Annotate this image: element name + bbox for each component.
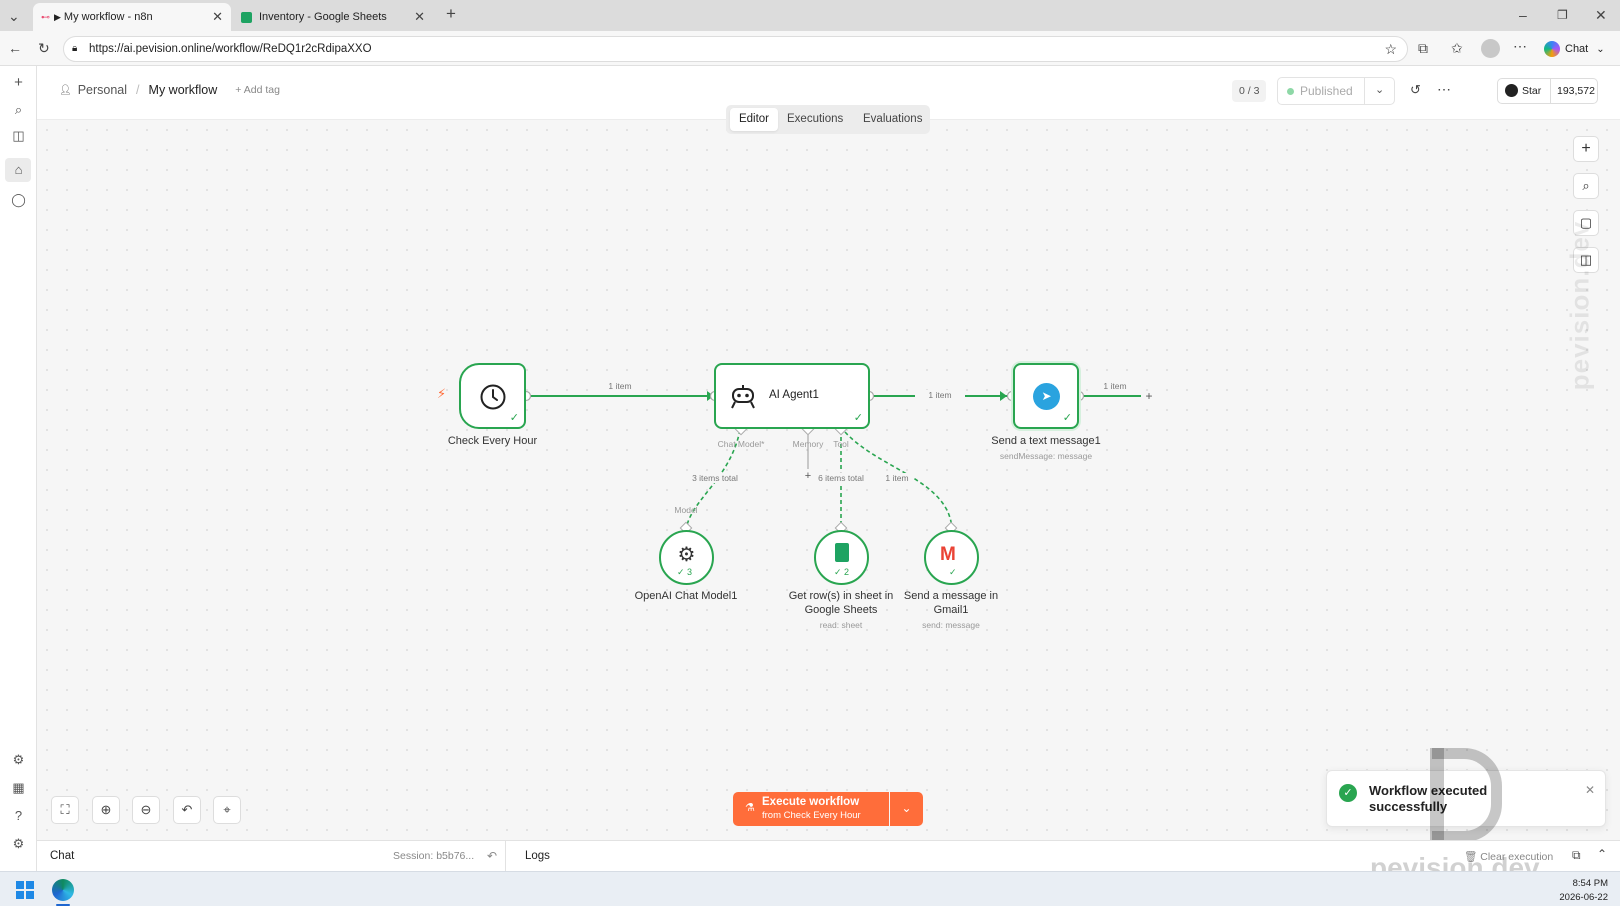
robot-icon [731, 385, 755, 409]
execute-label: Execute workflow [762, 796, 860, 808]
undo-button[interactable]: ↶ [173, 796, 201, 824]
node-google-sheets[interactable]: ✓ 2 [814, 530, 869, 585]
logs-panel-tab[interactable]: Logs [525, 850, 550, 862]
windows-taskbar: 8:54 PM 2026-06-22 [0, 871, 1620, 906]
taskbar-date: 2026-06-22 [1559, 892, 1608, 903]
session-id: Session: b5b76... [393, 850, 475, 862]
port-label-model: Model [674, 505, 698, 515]
zoom-out-button[interactable]: ⊖ [132, 796, 160, 824]
node-label: AI Agent1 [769, 389, 819, 401]
windows-start-icon[interactable] [16, 881, 34, 899]
edge-label: 1 item [1090, 381, 1140, 391]
popout-icon[interactable]: ⧉ [1572, 848, 1581, 863]
node-label: Get row(s) in sheet in Google Sheets [788, 590, 894, 616]
trigger-bolt-icon: ⚡︎ [437, 386, 447, 401]
taskbar-time: 8:54 PM [1572, 878, 1608, 889]
node-ai-agent[interactable]: AI Agent1 ✓ [714, 363, 870, 429]
edge-label: 1 item [915, 390, 965, 400]
node-label: Send a message in Gmail1 [903, 590, 999, 616]
node-check-every-hour[interactable]: ✓ [459, 363, 526, 429]
google-sheets-icon [835, 543, 849, 562]
edge-label: 1 item [880, 473, 914, 483]
gmail-icon: M [940, 544, 956, 565]
run-count-badge: ✓ 2 [834, 567, 850, 577]
port-label-tool: Tool [833, 439, 849, 449]
side-watermark: pevision.dev [1564, 220, 1595, 391]
clock-icon [480, 384, 506, 410]
flask-icon: ⚗︎ [745, 802, 755, 814]
fit-view-button[interactable]: ⛶ [51, 796, 79, 824]
edge-arrowhead [1000, 391, 1007, 401]
run-count-badge: ✓ 3 [677, 567, 693, 577]
openai-icon: ⚙︎ [677, 544, 696, 566]
node-gmail[interactable]: M ✓ [924, 530, 979, 585]
execute-dropdown-button[interactable]: ⌄ [890, 792, 923, 826]
logo-watermark-stem [1430, 748, 1444, 848]
bar-divider [505, 841, 506, 872]
add-memory-plus-icon[interactable]: + [801, 469, 815, 483]
execute-workflow-button[interactable]: ⚗︎ Execute workflow from Check Every Hou… [733, 792, 889, 826]
node-label: OpenAI Chat Model1 [634, 590, 738, 602]
node-label: Send a text message1 [991, 435, 1101, 447]
chevron-down-icon: ⌄ [901, 801, 912, 815]
port-label-chat-model: Chat Model* [717, 439, 765, 449]
node-sublabel: read: sheet [819, 620, 863, 630]
toast-close-icon[interactable]: ✕ [1585, 783, 1595, 797]
node-label: Check Every Hour [447, 435, 538, 447]
chevron-up-icon[interactable]: ⌃ [1597, 847, 1607, 861]
zoom-in-button[interactable]: ⊕ [92, 796, 120, 824]
success-check-icon: ✓ [949, 567, 957, 577]
reset-session-icon[interactable]: ↶ [487, 849, 497, 863]
telegram-icon: ➤ [1033, 383, 1060, 410]
edge-label: 1 item [595, 381, 645, 391]
edge-browser-icon[interactable] [52, 879, 74, 901]
node-send-telegram[interactable]: ➤ ✓ [1013, 363, 1079, 429]
success-check-icon: ✓ [509, 412, 519, 424]
success-check-circle-icon: ✓ [1339, 784, 1357, 802]
tidy-up-button[interactable]: ⌖ [213, 796, 241, 824]
add-node-plus-icon[interactable]: + [1141, 388, 1157, 404]
node-openai-chat-model[interactable]: ⚙︎ ✓ 3 [659, 530, 714, 585]
success-check-icon: ✓ [853, 412, 863, 424]
node-sublabel: send: message [922, 620, 980, 630]
execute-sublabel: from Check Every Hour [762, 810, 861, 821]
node-sublabel: sendMessage: message [999, 451, 1093, 461]
run-count: 2 [844, 567, 850, 577]
success-check-icon: ✓ [1062, 412, 1072, 424]
edge-label: 6 items total [815, 473, 867, 483]
run-count: 3 [687, 567, 693, 577]
chat-panel-tab[interactable]: Chat [50, 850, 74, 862]
edge-label: 3 items total [682, 473, 748, 483]
